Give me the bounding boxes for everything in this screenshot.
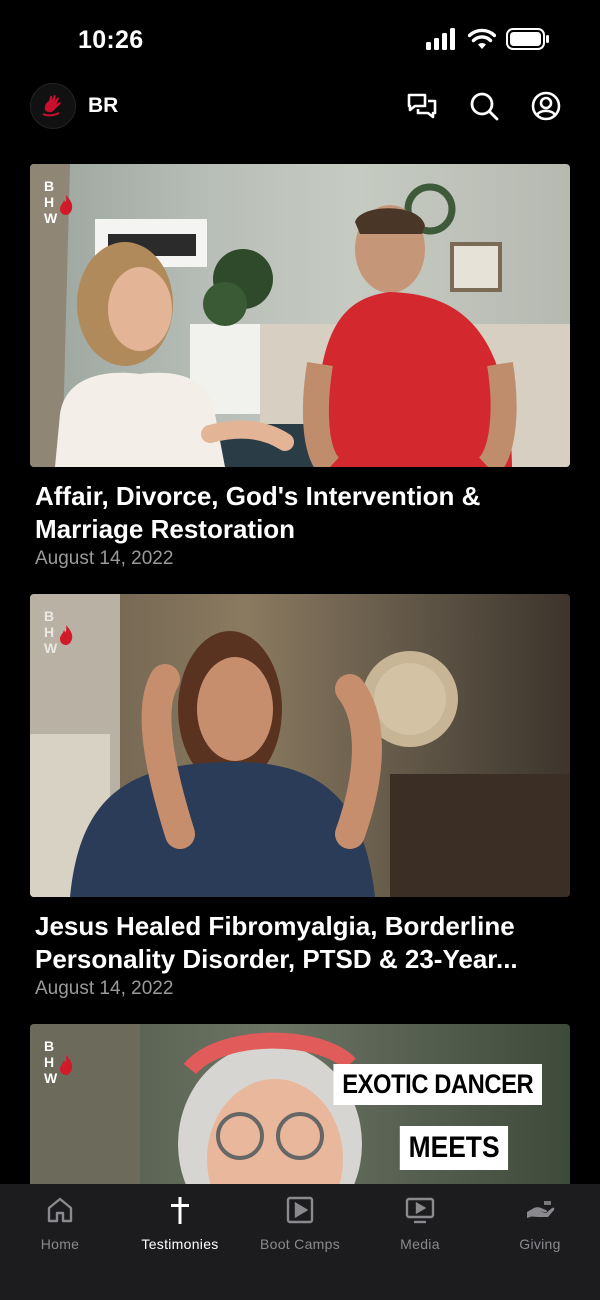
video-date: August 14, 2022: [35, 978, 174, 999]
thumbnail-caption-line: EXOTIC DANCER: [333, 1064, 542, 1105]
bottom-tab-bar: Home Testimonies Boot Camps Media Giving: [0, 1184, 600, 1300]
video-card[interactable]: BHW Affair, Divorce, God's Intervention …: [30, 164, 570, 570]
hand-flame-icon: [42, 95, 61, 117]
video-title[interactable]: Affair, Divorce, God's Intervention & Ma…: [30, 480, 560, 546]
cross-icon: [171, 1197, 189, 1224]
video-thumbnail[interactable]: BHW EXOTIC DANCER MEETS: [30, 1024, 570, 1184]
tab-media[interactable]: Media: [360, 1184, 480, 1300]
tab-boot-camps[interactable]: Boot Camps: [240, 1184, 360, 1300]
status-time: 10:26: [78, 26, 144, 54]
wifi-icon: [468, 28, 496, 49]
tab-giving[interactable]: Giving: [480, 1184, 600, 1300]
flame-icon: [60, 195, 73, 215]
giving-hand-icon: [527, 1201, 555, 1218]
home-icon: [47, 1197, 73, 1223]
testimonies-feed: BHW Affair, Divorce, God's Intervention …: [30, 164, 570, 1184]
play-square-icon: [286, 1196, 314, 1224]
brand-name: BR: [88, 94, 119, 117]
status-bar: 10:26: [0, 0, 600, 80]
thumbnail-caption-line: MEETS: [399, 1126, 508, 1170]
video-card[interactable]: BHW Jesus Healed Fibromyalgia, Borderlin…: [30, 594, 570, 1000]
video-thumbnail[interactable]: BHW: [30, 164, 570, 467]
flame-icon: [60, 625, 73, 645]
tv-play-icon: [405, 1197, 435, 1224]
brand-logo[interactable]: [30, 83, 76, 129]
tab-testimonies[interactable]: Testimonies: [120, 1184, 240, 1300]
video-thumbnail[interactable]: BHW: [30, 594, 570, 897]
tab-home[interactable]: Home: [0, 1184, 120, 1300]
chat-icon[interactable]: [406, 90, 438, 122]
status-icons: [426, 28, 550, 50]
thumbnail-scene: [30, 164, 570, 467]
video-title[interactable]: Jesus Healed Fibromyalgia, Borderline Pe…: [30, 910, 560, 976]
tab-label: Home: [40, 1236, 80, 1252]
cellular-signal-icon: [426, 28, 455, 50]
profile-icon[interactable]: [530, 90, 562, 122]
flame-icon: [60, 1055, 73, 1075]
video-date: August 14, 2022: [35, 548, 174, 569]
video-card[interactable]: BHW EXOTIC DANCER MEETS: [30, 1024, 570, 1184]
thumbnail-scene: [30, 594, 570, 897]
tab-label: Giving: [519, 1236, 561, 1252]
tab-label: Boot Camps: [259, 1236, 341, 1252]
app-header: BR: [0, 80, 600, 132]
search-icon[interactable]: [468, 90, 500, 122]
tab-label: Media: [400, 1236, 440, 1252]
battery-icon: [506, 28, 549, 50]
tab-label: Testimonies: [141, 1236, 219, 1252]
